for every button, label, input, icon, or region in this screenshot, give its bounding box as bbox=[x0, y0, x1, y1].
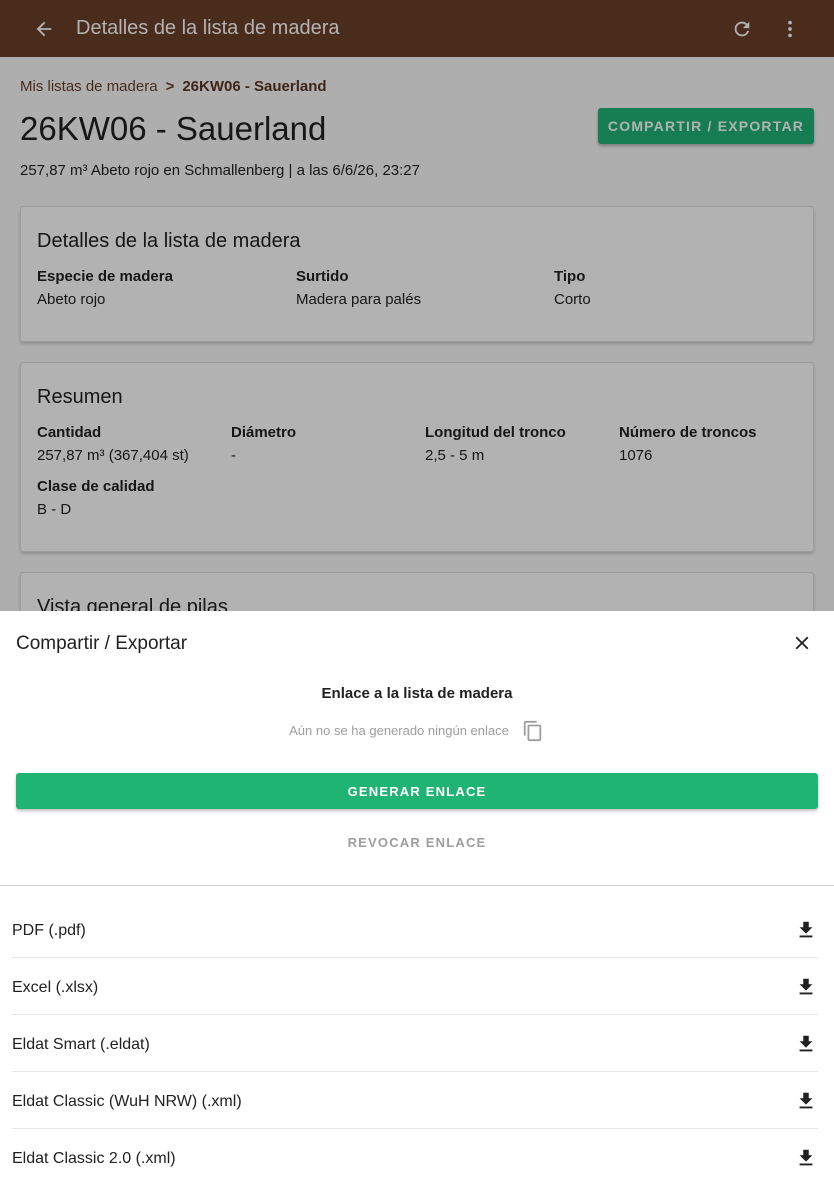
generate-link-button[interactable]: GENERAR ENLACE bbox=[16, 773, 818, 809]
screen: Detalles de la lista de madera Mis lista… bbox=[0, 0, 834, 1194]
share-export-sheet: Compartir / Exportar Enlace a la lista d… bbox=[0, 611, 834, 1194]
divider bbox=[0, 885, 834, 886]
link-placeholder: Aún no se ha generado ningún enlace bbox=[289, 723, 509, 738]
export-list: PDF (.pdf) Excel (.xlsx) Eldat Smart (.e… bbox=[0, 901, 834, 1186]
export-item-label: Excel (.xlsx) bbox=[12, 979, 99, 996]
export-item-eldat-classic-2[interactable]: Eldat Classic 2.0 (.xml) bbox=[12, 1129, 818, 1186]
copy-icon[interactable] bbox=[521, 719, 545, 743]
sheet-title: Compartir / Exportar bbox=[16, 633, 188, 654]
modal-scrim[interactable] bbox=[0, 0, 834, 611]
download-icon[interactable] bbox=[794, 975, 818, 999]
export-item-eldat-classic-wuh[interactable]: Eldat Classic (WuH NRW) (.xml) bbox=[12, 1072, 818, 1129]
export-item-label: Eldat Smart (.eldat) bbox=[12, 1036, 150, 1053]
download-icon[interactable] bbox=[794, 1089, 818, 1113]
link-row: Aún no se ha generado ningún enlace bbox=[0, 719, 834, 743]
export-item-eldat-smart[interactable]: Eldat Smart (.eldat) bbox=[12, 1015, 818, 1072]
export-item-excel[interactable]: Excel (.xlsx) bbox=[12, 958, 818, 1015]
close-icon[interactable] bbox=[788, 629, 816, 657]
download-icon[interactable] bbox=[794, 1032, 818, 1056]
export-item-pdf[interactable]: PDF (.pdf) bbox=[12, 901, 818, 958]
link-heading: Enlace a la lista de madera bbox=[321, 685, 513, 702]
download-icon[interactable] bbox=[794, 918, 818, 942]
download-icon[interactable] bbox=[794, 1146, 818, 1170]
export-item-label: Eldat Classic (WuH NRW) (.xml) bbox=[12, 1093, 242, 1110]
export-item-label: PDF (.pdf) bbox=[12, 922, 86, 939]
export-item-label: Eldat Classic 2.0 (.xml) bbox=[12, 1150, 176, 1167]
revoke-link-button[interactable]: REVOCAR ENLACE bbox=[0, 833, 834, 853]
